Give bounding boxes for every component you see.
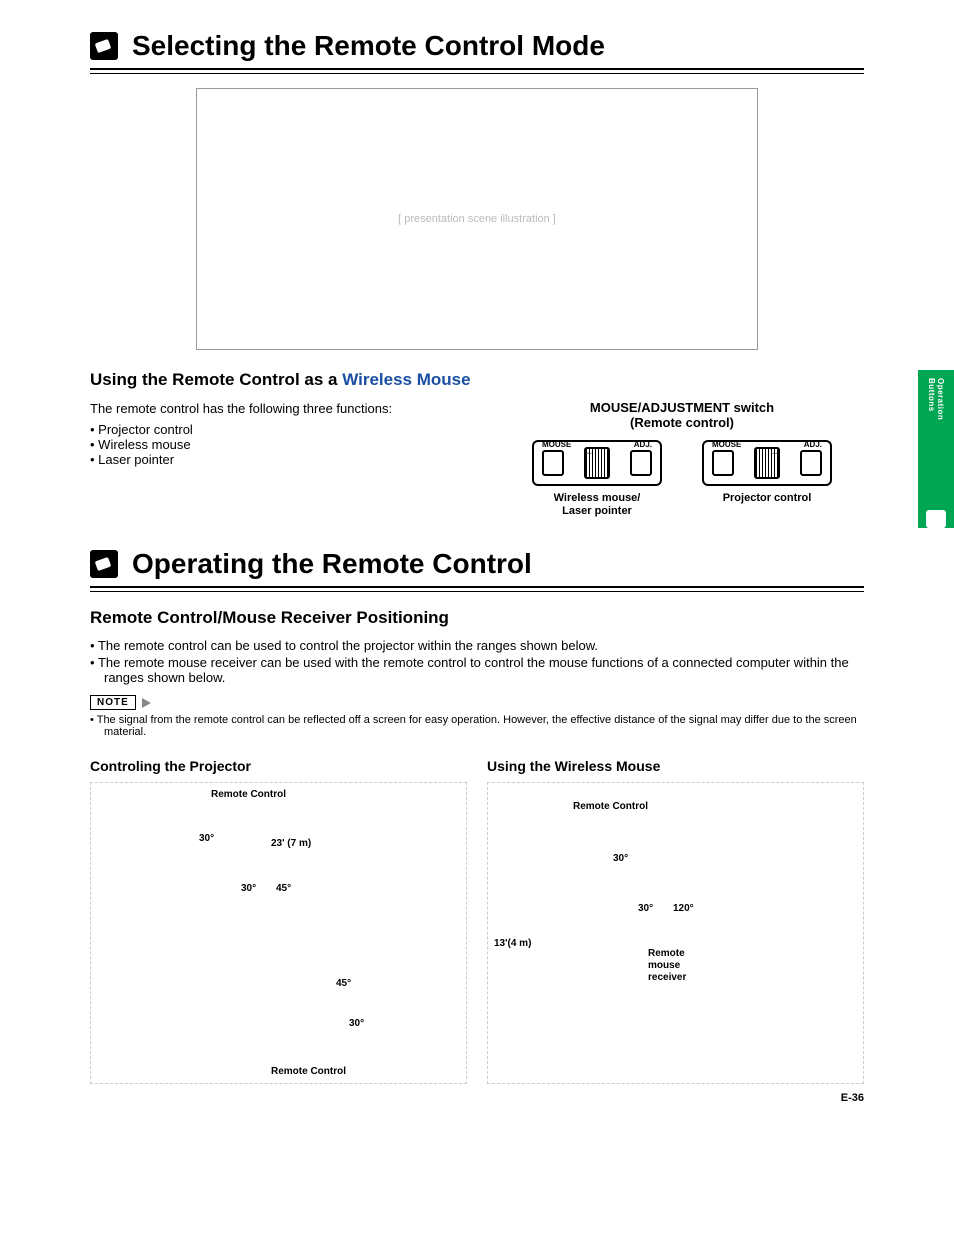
label-angle-30: 30° [199,833,214,844]
note-text: The signal from the remote control can b… [90,714,864,738]
switch-caption-right: Projector control [702,492,832,505]
label-angle-30c: 30° [349,1018,364,1029]
remote-icon [90,550,118,578]
switch-projector-mode: MOUSE → ADJ. Projector control [702,440,832,518]
label-receiver-3: receiver [648,972,686,983]
switch-mouse-mode: MOUSE ← ADJ. Wireless mouse/ Laser point… [532,440,662,518]
switch-label-adj: ADJ. [634,440,652,449]
switch-heading: MOUSE/ADJUSTMENT switch (Remote control) [500,400,864,430]
lock-icon [800,450,822,476]
switch-label-mouse: MOUSE [542,440,571,449]
section1-title: Selecting the Remote Control Mode [132,30,864,62]
functions-switch-row: The remote control has the following thr… [90,400,864,518]
divider [90,586,864,592]
subheading-link: Wireless Mouse [342,370,470,389]
diagram-box-right: Remote Control 30° 30° 120° 13'(4 m) Rem… [487,782,864,1084]
presentation-illustration: [ presentation scene illustration ] [196,88,758,350]
switch-heading-line2: (Remote control) [630,415,734,430]
label-receiver-2: mouse [648,960,680,971]
diagram-box-left: Remote Control 30° 23' (7 m) 30° 45° 45°… [90,782,467,1084]
switch-caption-left: Wireless mouse/ Laser pointer [532,492,662,518]
mouse-icon [542,450,564,476]
lock-icon [630,450,652,476]
function-item: Laser pointer [90,452,470,467]
remote-icon [90,32,118,60]
functions-intro: The remote control has the following thr… [90,400,470,418]
note-label: NOTE [90,695,136,710]
functions-column: The remote control has the following thr… [90,400,470,518]
diagram-projector: Controling the Projector Remote Control … [90,758,467,1084]
diagram-mouse: Using the Wireless Mouse Remote Control … [487,758,864,1084]
page-content: Selecting the Remote Control Mode [ pres… [0,0,954,1124]
switch-heading-line1: MOUSE/ADJUSTMENT switch [590,400,774,415]
diagram-title-left: Controling the Projector [90,758,467,774]
function-item: Wireless mouse [90,437,470,452]
subheading-prefix: Using the Remote Control as a [90,370,342,389]
illustration-placeholder: [ presentation scene illustration ] [197,89,757,349]
diagram-title-right: Using the Wireless Mouse [487,758,864,774]
label-receiver-1: Remote [648,948,685,959]
label-angle-45: 45° [276,883,291,894]
section1-subheading: Using the Remote Control as a Wireless M… [90,370,864,390]
label-angle-30b: 30° [638,903,653,914]
label-distance: 13'(4 m) [494,938,531,949]
page-number: E-36 [841,1092,864,1104]
switch-label-mouse: MOUSE [712,440,741,449]
bullet-item: The remote mouse receiver can be used wi… [90,655,864,685]
diagrams: Controling the Projector Remote Control … [90,758,864,1084]
switch-box-right: MOUSE → ADJ. [702,440,832,486]
arrow-left-icon: ← [582,444,594,458]
arrow-right-icon: → [770,444,782,458]
functions-list: Projector control Wireless mouse Laser p… [90,422,470,467]
label-angle-30: 30° [613,853,628,864]
caption-line1: Wireless mouse/ [554,492,641,504]
divider [90,68,864,74]
section1-heading-row: Selecting the Remote Control Mode [90,30,864,62]
positioning-bullets: The remote control can be used to contro… [90,638,864,685]
mouse-icon [712,450,734,476]
caption-line2: Laser pointer [562,505,632,517]
label-angle-120: 120° [673,903,694,914]
section2-subheading: Remote Control/Mouse Receiver Positionin… [90,608,864,628]
bullet-item: The remote control can be used to contro… [90,638,864,653]
label-angle-30b: 30° [241,883,256,894]
switch-box-left: MOUSE ← ADJ. [532,440,662,486]
section2-heading-row: Operating the Remote Control [90,548,864,580]
switch-diagrams: MOUSE ← ADJ. Wireless mouse/ Laser point… [500,440,864,518]
label-distance: 23' (7 m) [271,838,311,849]
switch-label-adj: ADJ. [804,440,822,449]
label-remote: Remote Control [573,801,648,812]
switch-column: MOUSE/ADJUSTMENT switch (Remote control)… [500,400,864,518]
label-angle-45b: 45° [336,978,351,989]
arrow-right-icon [142,698,151,708]
label-remote-bottom: Remote Control [271,1066,346,1077]
section2-title: Operating the Remote Control [132,548,864,580]
note-header: NOTE [90,695,864,710]
function-item: Projector control [90,422,470,437]
label-remote-top: Remote Control [211,789,286,800]
